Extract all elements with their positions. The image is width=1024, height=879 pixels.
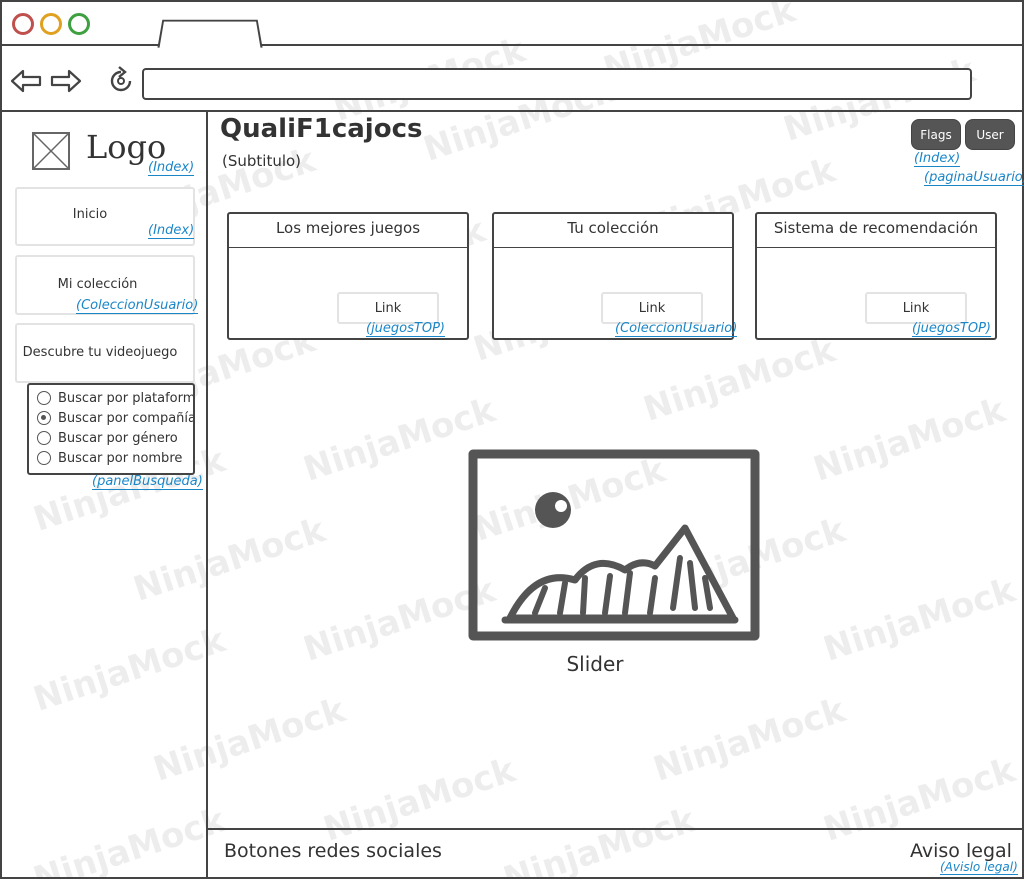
back-arrow-icon[interactable] xyxy=(10,68,42,99)
card-link-annotation[interactable]: (juegosTOP) xyxy=(912,321,991,337)
flags-button[interactable]: Flags xyxy=(911,119,961,150)
maximize-window-button[interactable] xyxy=(68,13,90,35)
page-title: QualiF1cajocs xyxy=(220,114,423,144)
sidebar-item-inicio-link[interactable]: (Index) xyxy=(148,223,195,239)
card-title: Sistema de recomendación xyxy=(773,219,979,237)
radio-label: Buscar por nombre xyxy=(58,450,183,466)
radio-button[interactable] xyxy=(37,431,51,445)
sidebar-item-label: Inicio xyxy=(72,207,108,222)
radio-button[interactable] xyxy=(37,451,51,465)
legal-link-annotation[interactable]: (Avislo legal) xyxy=(940,860,1018,875)
radio-button[interactable] xyxy=(37,391,51,405)
sidebar-item-mi-coleccion-link[interactable]: (ColeccionUsuario) xyxy=(76,298,199,314)
browser-tab[interactable] xyxy=(157,19,263,48)
page-subtitle: (Subtitulo) xyxy=(222,152,302,170)
minimize-window-button[interactable] xyxy=(40,13,62,35)
card-link-button[interactable]: Link xyxy=(601,292,703,324)
search-options-panel: Buscar por plataforma Buscar por compañí… xyxy=(27,383,195,475)
card-divider xyxy=(757,247,995,248)
card-link-annotation[interactable]: (ColeccionUsuario) xyxy=(615,321,738,337)
radio-label: Buscar por plataforma xyxy=(58,390,195,406)
browser-titlebar xyxy=(0,0,1024,48)
user-button[interactable]: User xyxy=(965,119,1015,150)
card-title: Los mejores juegos xyxy=(275,219,421,237)
slider-label: Slider xyxy=(566,652,624,676)
logo-link-annotation[interactable]: (Index) xyxy=(148,160,195,176)
radio-label: Buscar por compañía xyxy=(58,410,195,426)
card-divider xyxy=(494,247,732,248)
sidebar-item-descubre[interactable]: Descubre tu videojuego xyxy=(15,323,195,383)
radio-option-nombre[interactable]: Buscar por nombre xyxy=(37,449,182,467)
user-link-annotation[interactable]: (paginaUsuario) xyxy=(924,170,1024,186)
radio-option-compania[interactable]: Buscar por compañía xyxy=(37,409,195,427)
card-divider xyxy=(229,247,467,248)
logo-image-icon xyxy=(32,132,70,170)
card-title: Tu colección xyxy=(567,219,659,237)
social-buttons-placeholder: Botones redes sociales xyxy=(224,840,442,862)
radio-option-plataforma[interactable]: Buscar por plataforma xyxy=(37,389,195,407)
forward-arrow-icon[interactable] xyxy=(50,68,82,99)
legal-notice-link[interactable]: Aviso legal xyxy=(910,840,1012,862)
card-link-button[interactable]: Link xyxy=(337,292,439,324)
sidebar-item-label: Descubre tu videojuego xyxy=(22,345,178,360)
sidebar-item-label: Mi colección xyxy=(57,277,138,292)
flags-link-annotation[interactable]: (Index) xyxy=(914,151,961,167)
radio-option-genero[interactable]: Buscar por género xyxy=(37,429,178,447)
radio-button-selected[interactable] xyxy=(37,411,51,425)
search-panel-link[interactable]: (panelBusqueda) xyxy=(92,474,203,490)
card-link-button[interactable]: Link xyxy=(865,292,967,324)
card-link-annotation[interactable]: (juegosTOP) xyxy=(366,321,445,337)
close-window-button[interactable] xyxy=(12,13,34,35)
radio-label: Buscar por género xyxy=(58,430,178,446)
reload-icon[interactable] xyxy=(106,66,136,101)
image-placeholder-icon[interactable] xyxy=(465,448,763,642)
url-input[interactable] xyxy=(142,68,972,100)
